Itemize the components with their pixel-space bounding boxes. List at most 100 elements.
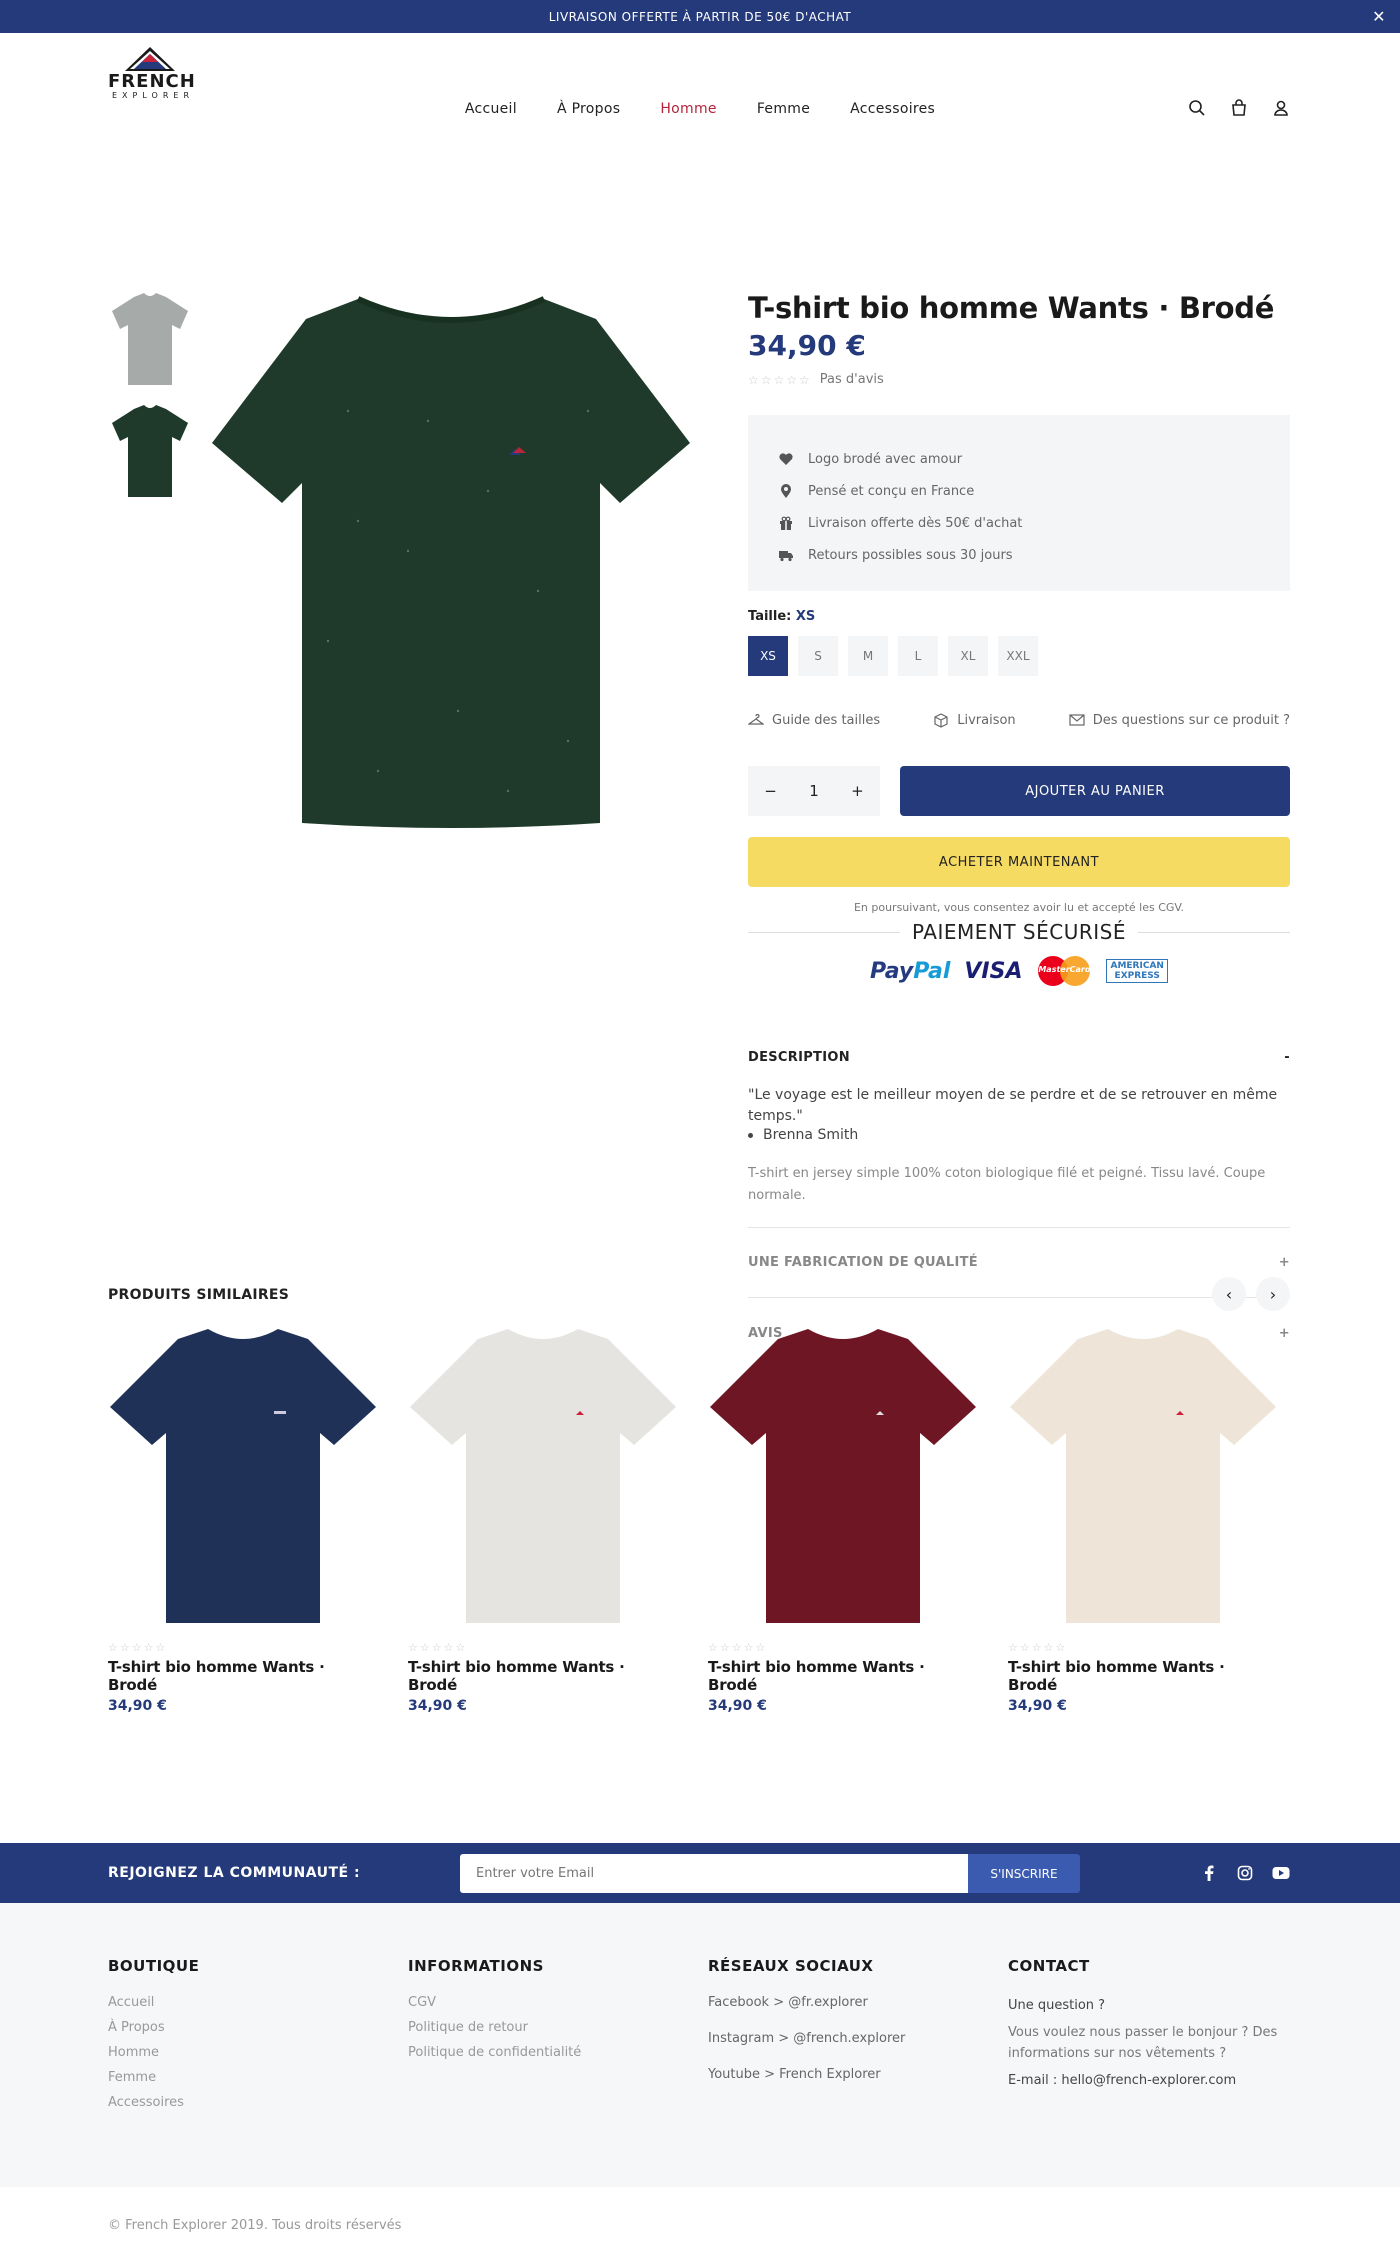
footer-link[interactable]: Homme xyxy=(108,2045,378,2060)
product-cards: ☆☆☆☆☆ T-shirt bio homme Wants · Brodé 34… xyxy=(108,1327,1278,1714)
map-pin-icon xyxy=(778,483,794,499)
size-guide-link[interactable]: Guide des tailles xyxy=(748,712,880,728)
product-main-image[interactable] xyxy=(208,291,694,837)
hanger-icon xyxy=(748,713,764,725)
description-header[interactable]: DESCRIPTION - xyxy=(748,1050,1290,1065)
product-card[interactable]: ☆☆☆☆☆ T-shirt bio homme Wants · Brodé 34… xyxy=(708,1327,978,1714)
footer-link[interactable]: À Propos xyxy=(108,2020,378,2035)
footer-link[interactable]: Politique de retour xyxy=(408,2020,678,2035)
similar-products-title: PRODUITS SIMILAIRES xyxy=(108,1287,290,1303)
product-card-image[interactable] xyxy=(1008,1327,1278,1627)
logo[interactable]: FRENCH EXPLORER xyxy=(108,45,196,107)
instagram-link[interactable]: Instagram > @french.explorer xyxy=(708,2031,978,2046)
feature-text: Pensé et conçu en France xyxy=(808,483,975,499)
quote-author-name: Brenna Smith xyxy=(763,1127,859,1143)
size-guide-label: Guide des tailles xyxy=(772,712,881,728)
product-card-image[interactable] xyxy=(108,1327,378,1627)
product-card-name[interactable]: T-shirt bio homme Wants · Brodé xyxy=(108,1658,378,1694)
feature-text: Livraison offerte dès 50€ d'achat xyxy=(808,515,1023,531)
nav-a-propos[interactable]: À Propos xyxy=(557,101,620,117)
product-card-name[interactable]: T-shirt bio homme Wants · Brodé xyxy=(708,1658,978,1694)
size-selected: XS xyxy=(795,609,816,624)
footer-link[interactable]: Accueil xyxy=(108,1995,378,2010)
questions-label: Des questions sur ce produit ? xyxy=(1092,712,1290,728)
nav-femme[interactable]: Femme xyxy=(757,101,810,117)
product-card-name[interactable]: T-shirt bio homme Wants · Brodé xyxy=(408,1658,678,1694)
announcement-text: LIVRAISON OFFERTE À PARTIR DE 50€ D'ACHA… xyxy=(548,9,852,24)
footer-social-title: RÉSEAUX SOCIAUX xyxy=(708,1957,874,1975)
footer-link[interactable]: CGV xyxy=(408,1995,678,2010)
size-option-l[interactable]: L xyxy=(898,636,938,676)
product-card-image[interactable] xyxy=(408,1327,678,1627)
product-rating: ☆☆☆☆☆ Pas d'avis xyxy=(748,372,1290,387)
social-icons xyxy=(1200,1864,1290,1882)
facebook-icon[interactable] xyxy=(1200,1864,1218,1882)
add-to-cart-button[interactable]: AJOUTER AU PANIER xyxy=(900,766,1290,816)
size-label-text: Taille: xyxy=(748,609,792,624)
qty-increase-button[interactable]: + xyxy=(851,782,864,800)
logo-subtext: EXPLORER xyxy=(112,91,194,100)
amex-text-2: EXPRESS xyxy=(1114,971,1160,981)
feature-item: Retours possibles sous 30 jours xyxy=(778,539,1260,571)
user-icon[interactable] xyxy=(1272,99,1290,117)
description-toggle[interactable]: - xyxy=(1284,1050,1290,1065)
footer-informations: INFORMATIONS CGV Politique de retour Pol… xyxy=(408,1957,678,2070)
product-thumbnail-grey[interactable] xyxy=(108,291,192,387)
amex-logo: AMERICAN EXPRESS xyxy=(1106,959,1168,983)
product-card-price: 34,90 € xyxy=(408,1698,467,1714)
product-card[interactable]: ☆☆☆☆☆ T-shirt bio homme Wants · Brodé 34… xyxy=(108,1327,378,1714)
accordion-quality-toggle[interactable]: + xyxy=(1279,1255,1290,1270)
size-option-xl[interactable]: XL xyxy=(948,636,988,676)
product-card[interactable]: ☆☆☆☆☆ T-shirt bio homme Wants · Brodé 34… xyxy=(408,1327,678,1714)
quote-author: Brenna Smith xyxy=(748,1127,1290,1143)
size-option-xs[interactable]: XS xyxy=(748,636,788,676)
youtube-icon[interactable] xyxy=(1272,1864,1290,1882)
size-option-m[interactable]: M xyxy=(848,636,888,676)
delivery-link[interactable]: Livraison xyxy=(933,712,1016,728)
size-option-xxl[interactable]: XXL xyxy=(998,636,1038,676)
qty-decrease-button[interactable]: − xyxy=(764,782,777,800)
footer-link[interactable]: Accessoires xyxy=(108,2095,378,2110)
size-selector: XS S M L XL XXL xyxy=(748,636,1290,676)
prev-arrow-icon[interactable]: ‹ xyxy=(1212,1277,1246,1311)
rating-text: Pas d'avis xyxy=(819,372,884,387)
size-option-s[interactable]: S xyxy=(798,636,838,676)
site-header: FRENCH EXPLORER Accueil À Propos Homme F… xyxy=(0,33,1400,123)
questions-link[interactable]: Des questions sur ce produit ? xyxy=(1069,712,1290,728)
nav-homme[interactable]: Homme xyxy=(660,101,716,117)
amex-text-1: AMERICAN xyxy=(1110,961,1164,971)
description-text: T-shirt en jersey simple 100% coton biol… xyxy=(748,1163,1290,1228)
next-arrow-icon[interactable]: › xyxy=(1256,1277,1290,1311)
nav-accessoires[interactable]: Accessoires xyxy=(850,101,935,117)
search-icon[interactable] xyxy=(1188,99,1206,117)
logo-text: FRENCH xyxy=(108,71,196,92)
mastercard-logo: MasterCard xyxy=(1036,954,1092,988)
close-icon[interactable]: ✕ xyxy=(1372,7,1386,26)
product-card[interactable]: ☆☆☆☆☆ T-shirt bio homme Wants · Brodé 34… xyxy=(1008,1327,1278,1714)
product-card-image[interactable] xyxy=(708,1327,978,1627)
instagram-icon[interactable] xyxy=(1236,1864,1254,1882)
product-thumbnail-green[interactable] xyxy=(108,403,192,499)
visa-logo: VISA xyxy=(964,958,1023,984)
nav-accueil[interactable]: Accueil xyxy=(465,101,517,117)
contact-email[interactable]: E-mail : hello@french-explorer.com xyxy=(1008,2070,1290,2091)
footer-boutique-title: BOUTIQUE xyxy=(108,1957,200,1975)
footer-link[interactable]: Femme xyxy=(108,2070,378,2085)
product-card-price: 34,90 € xyxy=(708,1698,767,1714)
footer-link[interactable]: Politique de confidentialité xyxy=(408,2045,678,2060)
rating-stars: ☆☆☆☆☆ xyxy=(408,1641,468,1654)
facebook-link[interactable]: Facebook > @fr.explorer xyxy=(708,1995,978,2010)
subscribe-button[interactable]: S'INSCRIRE xyxy=(968,1854,1080,1893)
gift-icon xyxy=(778,515,794,531)
youtube-link[interactable]: Youtube > French Explorer xyxy=(708,2067,978,2082)
bag-icon[interactable] xyxy=(1230,99,1248,117)
product-card-name[interactable]: T-shirt bio homme Wants · Brodé xyxy=(1008,1658,1278,1694)
secure-payment: PAIEMENT SÉCURISÉ xyxy=(748,920,1290,944)
product-price: 34,90 € xyxy=(748,329,866,362)
qty-value[interactable]: 1 xyxy=(809,782,819,800)
contact-hello: Vous voulez nous passer le bonjour ? Des… xyxy=(1008,2025,1278,2061)
box-icon xyxy=(934,713,948,728)
heart-icon xyxy=(778,451,794,467)
buy-now-button[interactable]: ACHETER MAINTENANT xyxy=(748,837,1290,887)
email-input[interactable] xyxy=(460,1854,968,1893)
